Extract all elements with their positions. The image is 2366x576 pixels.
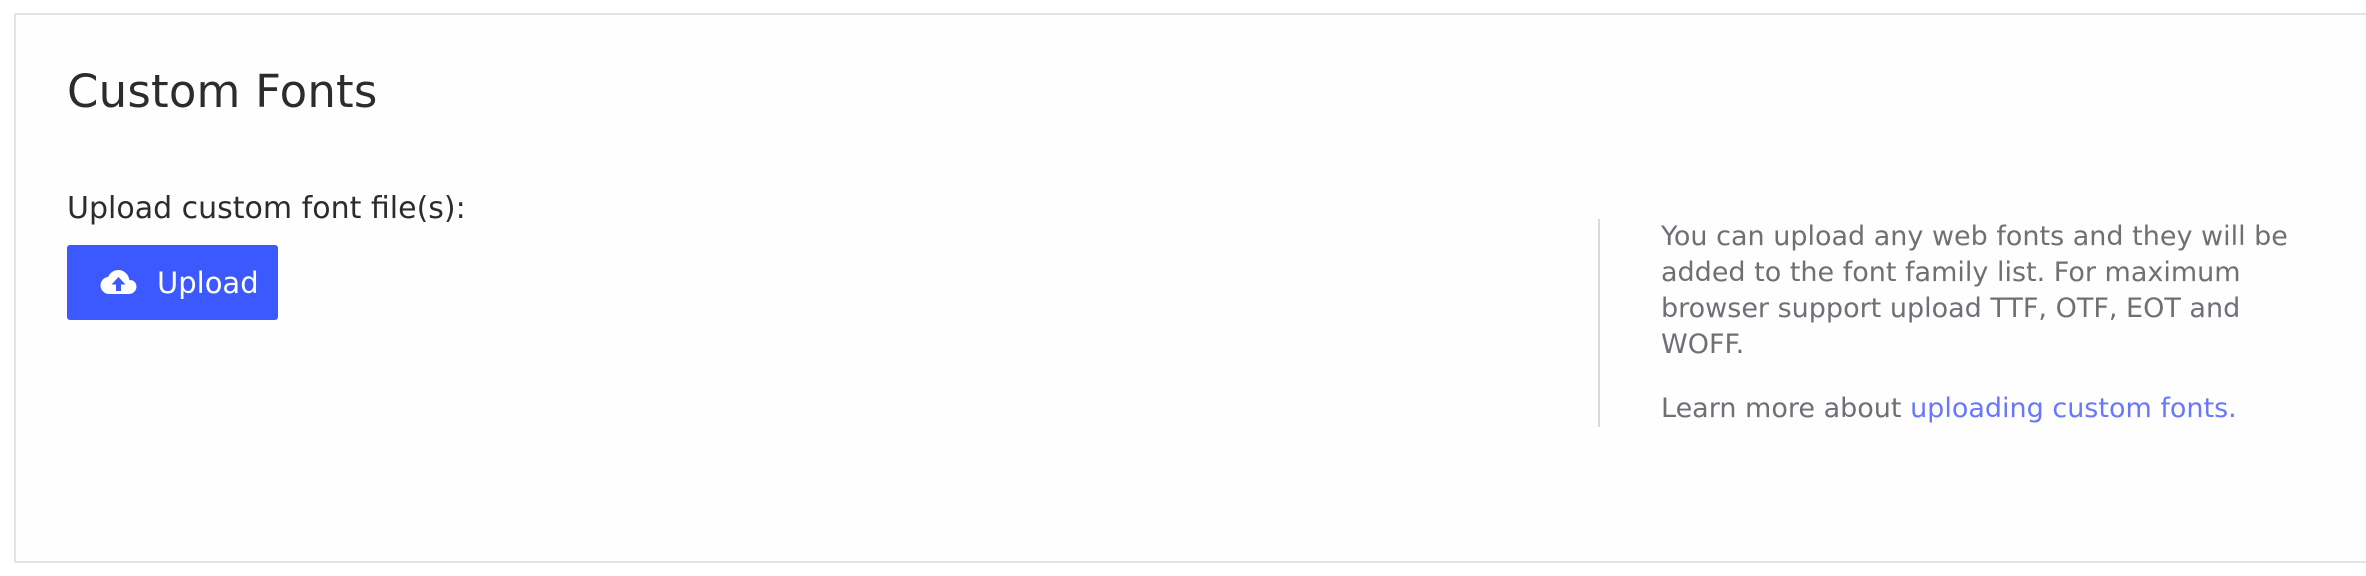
page: Custom Fonts Upload custom font file(s):… xyxy=(0,0,2366,576)
upload-button[interactable]: Upload xyxy=(67,245,278,320)
uploading-custom-fonts-link[interactable]: uploading custom fonts. xyxy=(1910,393,2237,424)
cloud-upload-icon xyxy=(100,268,137,298)
section-title: Custom Fonts xyxy=(67,65,378,118)
upload-label: Upload custom font file(s): xyxy=(67,191,466,226)
learn-more-prefix: Learn more about xyxy=(1661,393,1902,424)
divider xyxy=(1598,219,1600,427)
help-description: You can upload any web fonts and they wi… xyxy=(1661,221,2288,360)
learn-more: Learn more about uploading custom fonts. xyxy=(1661,391,2331,427)
custom-fonts-panel: Custom Fonts Upload custom font file(s):… xyxy=(14,13,2366,563)
help-text: You can upload any web fonts and they wi… xyxy=(1661,219,2331,427)
upload-button-label: Upload xyxy=(157,265,259,300)
